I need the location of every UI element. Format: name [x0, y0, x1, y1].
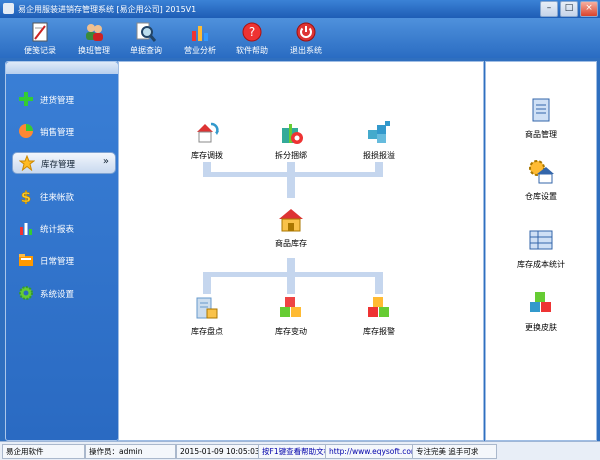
bar-chart-icon [192, 26, 208, 41]
warehouse-icon [279, 209, 303, 232]
status-operator: 操作员：admin [85, 444, 176, 459]
app-icon [3, 3, 14, 14]
node-damage-overflow[interactable]: 报损报溢 [351, 118, 407, 164]
link-label: 更换皮肤 [525, 323, 557, 332]
node-stock-count[interactable]: 库存盘点 [179, 294, 235, 340]
maximize-button[interactable]: □ [560, 1, 578, 17]
connector [375, 272, 383, 294]
connector [203, 272, 211, 294]
node-label: 库存变动 [275, 327, 307, 336]
status-slogan: 专注完美 追手可求 [412, 444, 497, 459]
sidebar-item-inventory[interactable]: 库存管理 » [12, 152, 116, 174]
node-split-bundle[interactable]: 拆分捆绑 [263, 118, 319, 164]
alarm-cubes-icon [368, 297, 389, 317]
power-icon [296, 22, 316, 42]
sidebar-item-label: 系统设置 [40, 290, 75, 300]
node-stock-change[interactable]: 库存变动 [263, 294, 319, 340]
link-product-management[interactable]: 商品管理 [508, 96, 574, 142]
link-label: 仓库设置 [525, 192, 557, 201]
toolbar-label: 便笺记录 [24, 46, 56, 55]
pie-chart-icon [19, 124, 33, 138]
sidebar-item-label: 进货管理 [40, 96, 75, 106]
inventory-diagram: 库存调拨 拆分捆绑 报损报溢 商品库存 库存盘点 库存变动 库存报警 [118, 61, 484, 441]
toolbar: 便笺记录 换班管理 单据查询 营业分析 ? 软件帮助 退出系统 [0, 18, 600, 58]
node-label: 库存报警 [363, 327, 395, 336]
sidebar-item-label: 库存管理 [41, 160, 76, 170]
node-label: 库存调拨 [191, 151, 223, 160]
connector [287, 172, 295, 198]
link-label: 库存成本统计 [517, 260, 565, 269]
window-controls: – □ × [540, 1, 598, 17]
toolbar-label: 软件帮助 [236, 46, 268, 55]
toolbar-label: 退出系统 [290, 46, 322, 55]
star-icon [19, 155, 35, 171]
sidebar-item-label: 日常管理 [40, 257, 75, 267]
status-bar: 易企用软件 操作员：admin 2015-01-09 10:05:03 按F1键… [0, 441, 600, 460]
link-warehouse-settings[interactable]: 仓库设置 [508, 158, 574, 204]
toolbar-notes-button[interactable]: 便笺记录 [14, 20, 66, 56]
status-datetime: 2015-01-09 10:05:03 [176, 444, 259, 459]
dollar-icon: $ [21, 188, 32, 204]
svg-text:$: $ [21, 188, 31, 204]
node-label: 报损报溢 [363, 151, 395, 160]
node-label: 商品库存 [275, 239, 307, 248]
node-stock-alarm[interactable]: 库存报警 [351, 294, 407, 340]
sidebar-item-label: 统计报表 [40, 225, 75, 235]
toolbar-help-button[interactable]: ? 软件帮助 [226, 20, 278, 56]
window-title: 易企用服装进销存管理系统 [易企用公司] 2015V1 [18, 5, 197, 14]
sidebar-item-purchase[interactable]: 进货管理 [12, 89, 114, 109]
users-icon [86, 24, 103, 41]
plus-icon [19, 92, 33, 106]
cubes-icon [368, 121, 390, 143]
bar-chart-icon [20, 223, 32, 235]
color-cubes-icon [530, 292, 551, 312]
link-change-skin[interactable]: 更换皮肤 [508, 289, 574, 335]
inventory-check-icon [196, 297, 218, 319]
boxes-icon [280, 297, 301, 317]
node-label: 拆分捆绑 [275, 151, 307, 160]
magnifier-icon [136, 22, 157, 42]
quick-links-panel: 商品管理 仓库设置 库存成本统计 更换皮肤 [485, 61, 597, 441]
toolbar-shift-button[interactable]: 换班管理 [68, 20, 120, 56]
transfer-house-icon [197, 122, 219, 143]
toolbar-query-button[interactable]: 单据查询 [120, 20, 172, 56]
close-button[interactable]: × [580, 1, 598, 17]
link-stock-cost-stats[interactable]: 库存成本统计 [508, 226, 574, 272]
node-product-stock[interactable]: 商品库存 [263, 206, 319, 252]
toolbar-label: 营业分析 [184, 46, 216, 55]
sidebar-item-settings[interactable]: 系统设置 [12, 283, 114, 303]
spreadsheet-icon [529, 230, 553, 250]
document-list-icon [532, 98, 550, 122]
toolbar-analysis-button[interactable]: 营业分析 [174, 20, 226, 56]
sidebar-item-daily[interactable]: 日常管理 [12, 250, 114, 270]
sidebar-item-reports[interactable]: 统计报表 [12, 218, 114, 238]
status-company: 易企用软件 [2, 444, 85, 459]
status-website-link[interactable]: http://www.eqysoft.com/ [325, 444, 414, 459]
sidebar-item-sales[interactable]: 销售管理 [12, 121, 114, 141]
sidebar-item-label: 销售管理 [40, 128, 75, 138]
node-stock-transfer[interactable]: 库存调拨 [179, 118, 235, 164]
folder-icon [19, 254, 33, 266]
help-icon: ? [242, 22, 262, 42]
toolbar-label: 换班管理 [78, 46, 110, 55]
link-label: 商品管理 [525, 130, 557, 139]
gear-house-icon [529, 160, 554, 184]
sidebar-item-accounts[interactable]: $ 往来帐款 [12, 186, 114, 206]
gift-box-icon [282, 124, 303, 144]
status-help-hint[interactable]: 按F1键查看帮助文档 [258, 444, 327, 459]
node-label: 库存盘点 [191, 327, 223, 336]
toolbar-exit-button[interactable]: 退出系统 [280, 20, 332, 56]
connector [287, 272, 295, 294]
svg-text:?: ? [249, 25, 255, 39]
title-bar: 易企用服装进销存管理系统 [易企用公司] 2015V1 – □ × [0, 0, 600, 18]
sidebar: 进货管理 销售管理 库存管理 » $ 往来帐款 统计报表 日常管理 系统设置 [5, 61, 119, 441]
notepad-icon [32, 22, 48, 42]
chevron-right-icon: » [102, 156, 109, 167]
gear-icon [19, 286, 33, 300]
sidebar-item-label: 往来帐款 [40, 193, 75, 203]
toolbar-label: 单据查询 [130, 46, 162, 55]
minimize-button[interactable]: – [540, 1, 558, 17]
sidebar-header [6, 62, 118, 74]
